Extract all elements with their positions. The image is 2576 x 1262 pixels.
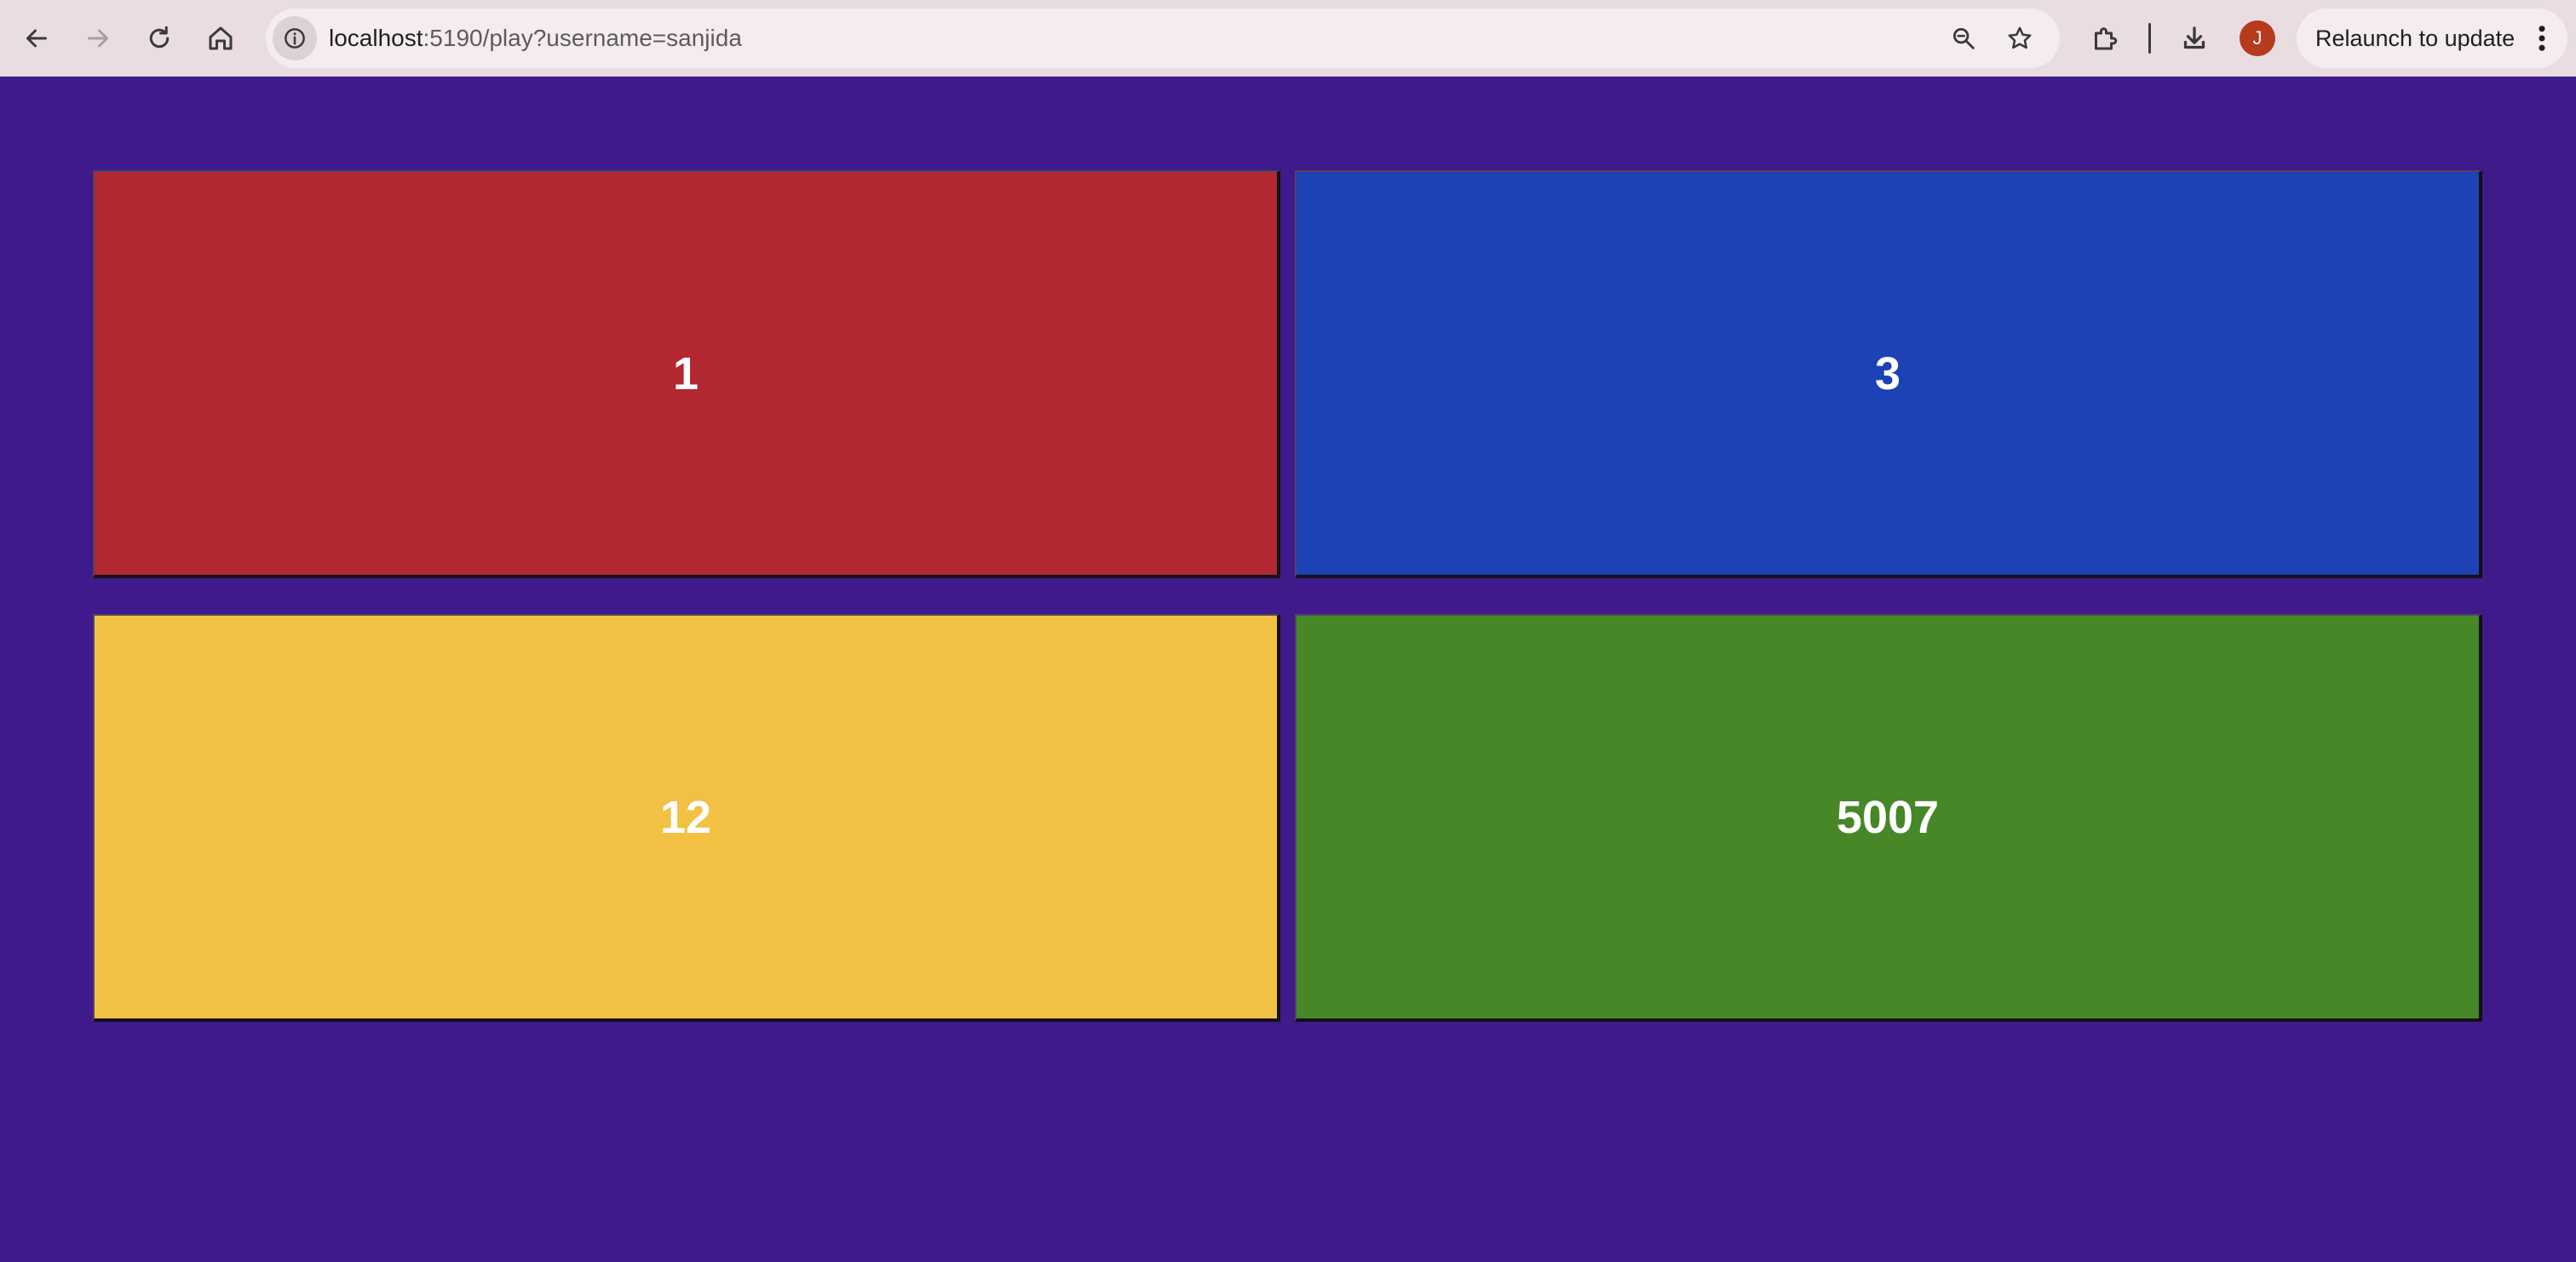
info-icon [285, 28, 305, 49]
site-info-button[interactable] [273, 16, 317, 60]
arrow-right-icon [88, 29, 108, 48]
answer-tile-green[interactable]: 5007 [1295, 614, 2482, 1022]
puzzle-icon [2095, 27, 2118, 50]
download-icon [2183, 26, 2205, 49]
reload-button[interactable] [138, 17, 181, 60]
address-bar[interactable]: localhost:5190/play?username=sanjida [266, 9, 2060, 68]
browser-toolbar: localhost:5190/play?username=sanjida J [0, 0, 2576, 77]
url-text[interactable]: localhost:5190/play?username=sanjida [329, 9, 742, 68]
toolbar-divider [2148, 23, 2151, 54]
zoom-button[interactable] [1946, 20, 1981, 56]
relaunch-button[interactable]: Relaunch to update [2297, 9, 2567, 68]
forward-button[interactable] [77, 17, 119, 60]
tile-label: 5007 [1836, 791, 1940, 843]
downloads-button[interactable] [2173, 17, 2216, 60]
profile-avatar[interactable]: J [2240, 20, 2275, 56]
zoom-icon [1952, 27, 1975, 49]
extensions-button[interactable] [2084, 17, 2126, 60]
arrow-left-icon [26, 29, 47, 48]
star-icon [2008, 26, 2032, 49]
tile-label: 1 [672, 347, 699, 399]
url-path: :5190/play?username=sanjida [423, 25, 742, 51]
back-button[interactable] [15, 17, 58, 60]
tile-label: 3 [1874, 347, 1901, 399]
home-button[interactable] [199, 17, 242, 60]
tile-label: 12 [659, 791, 712, 843]
answer-tile-yellow[interactable]: 12 [93, 614, 1280, 1022]
answer-tile-red[interactable]: 1 [93, 170, 1280, 578]
reload-icon [149, 26, 170, 49]
relaunch-label: Relaunch to update [2315, 25, 2516, 51]
url-host: localhost [329, 25, 423, 51]
answer-tile-blue[interactable]: 3 [1295, 170, 2482, 578]
kebab-menu-icon [2539, 26, 2545, 51]
bookmark-button[interactable] [2002, 20, 2038, 56]
home-icon [209, 26, 233, 50]
menu-button[interactable] [2532, 23, 2552, 54]
